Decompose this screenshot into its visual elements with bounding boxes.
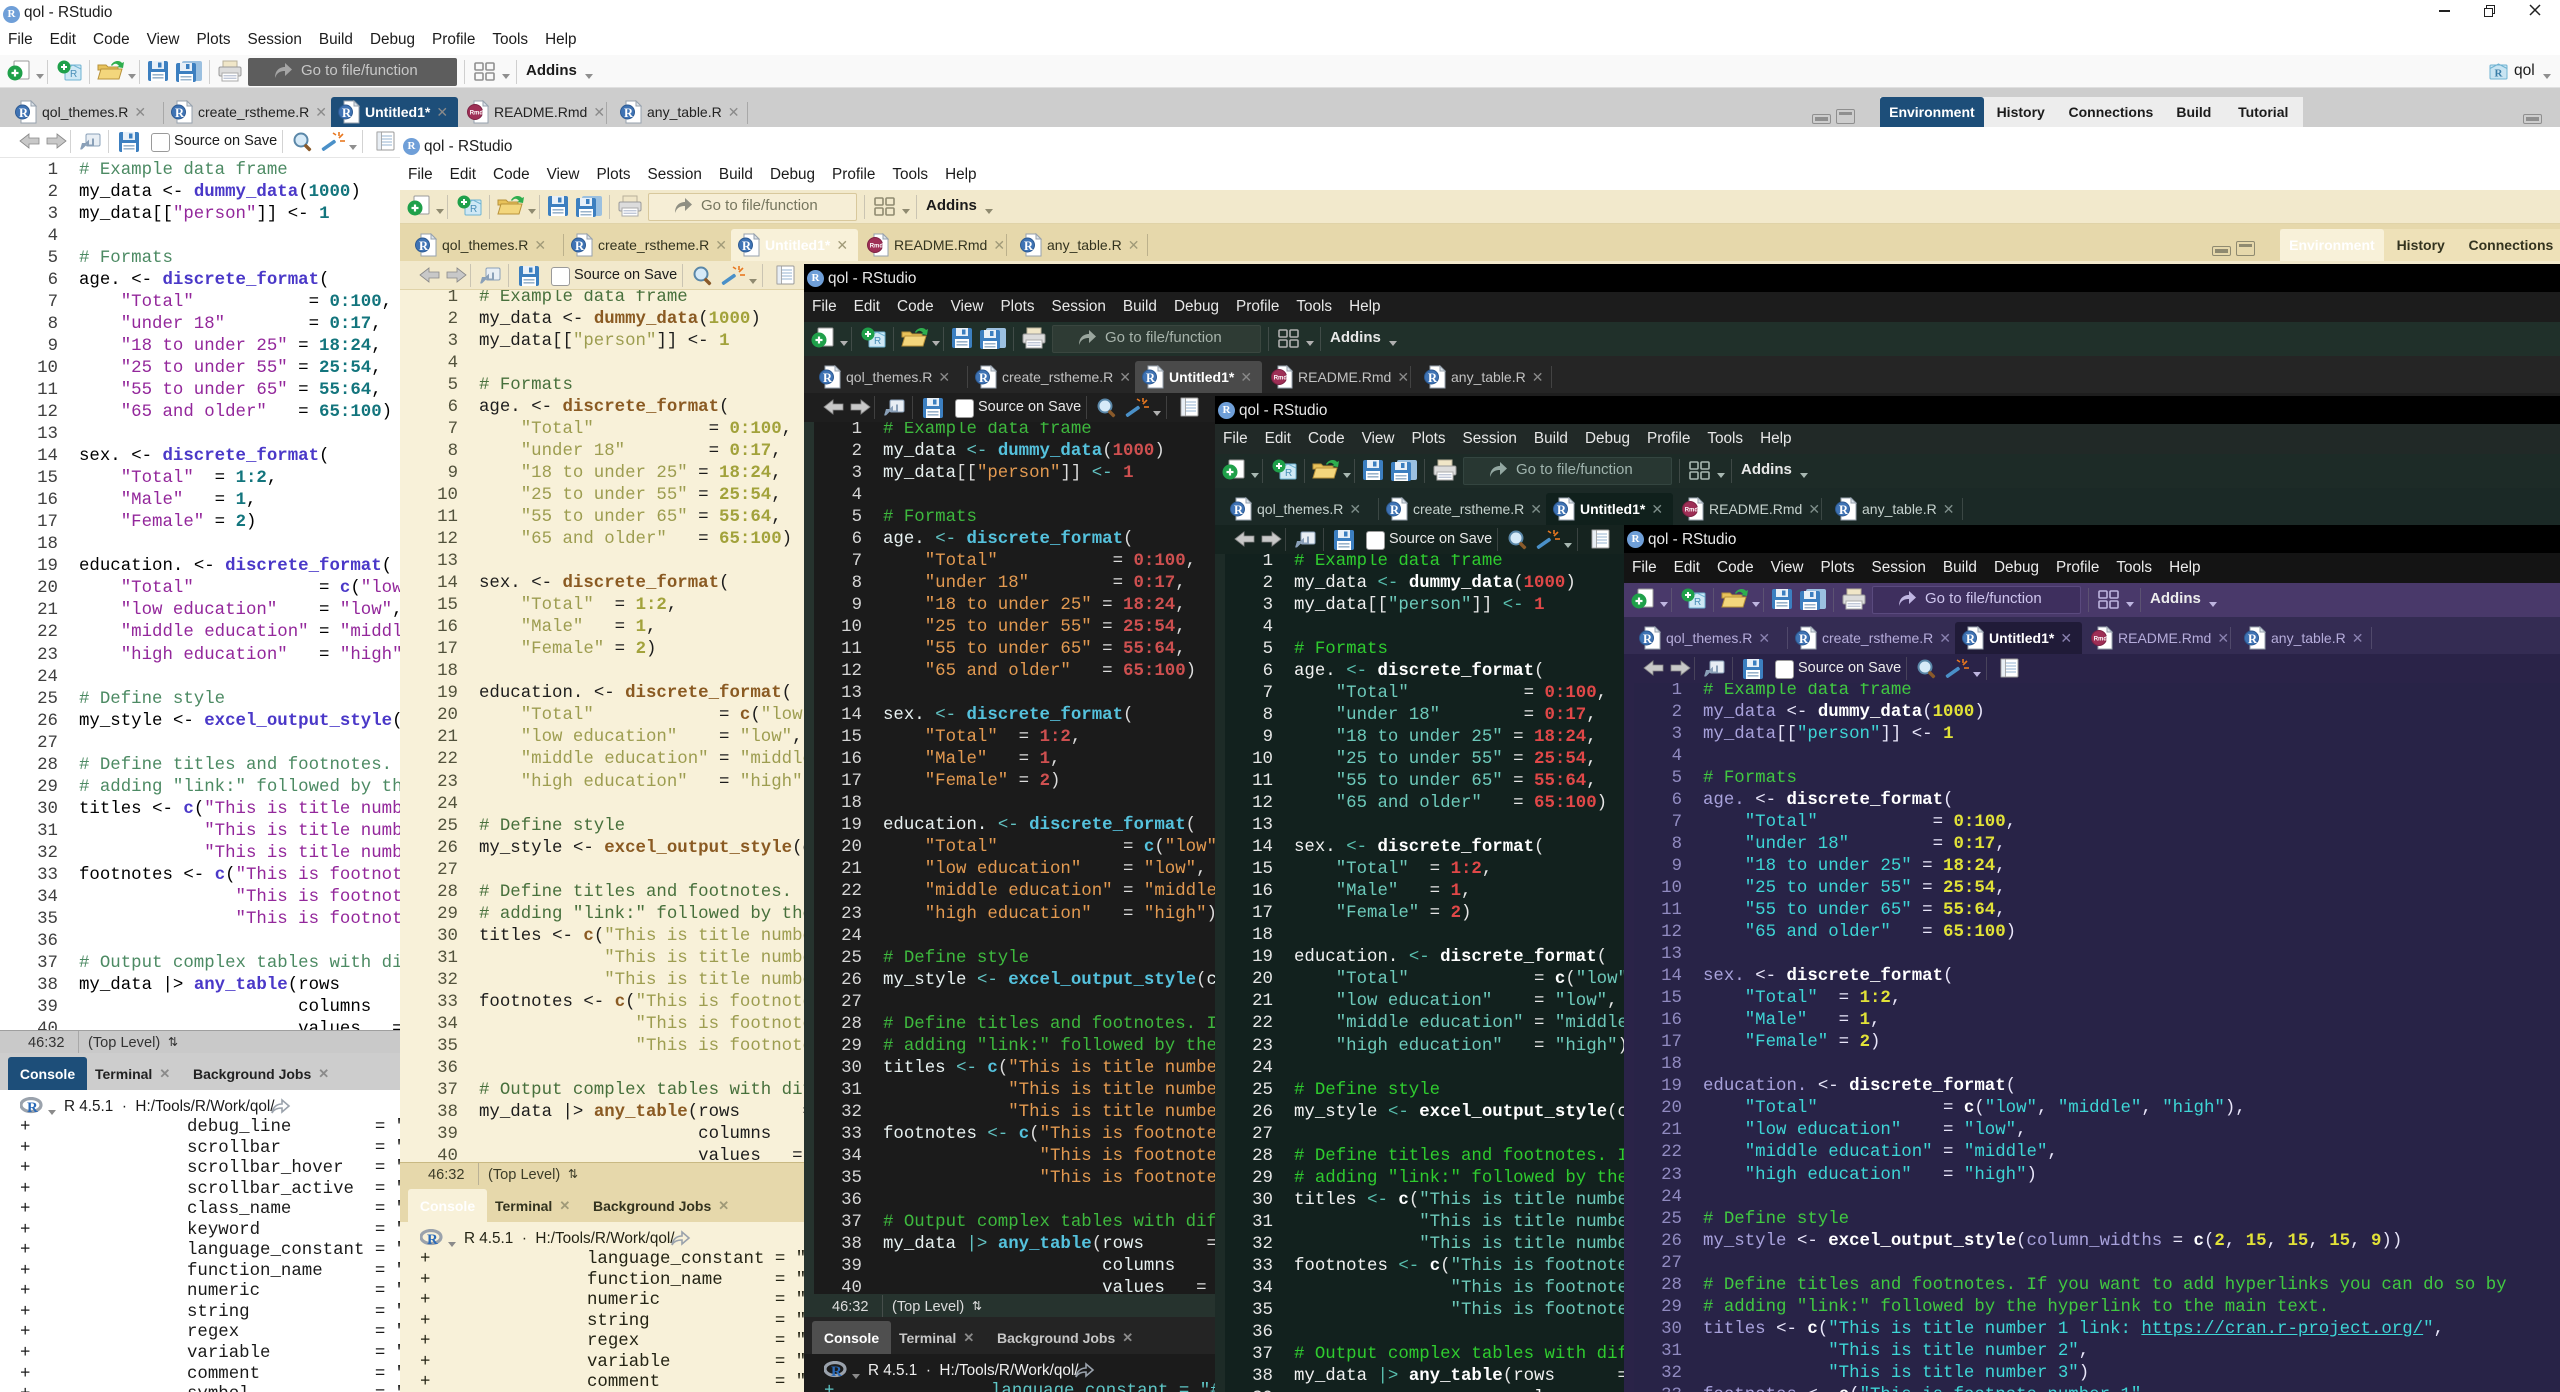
svg-text:Rmd: Rmd bbox=[1274, 376, 1288, 382]
svg-text:R: R bbox=[1390, 503, 1400, 517]
svg-text:R: R bbox=[742, 239, 752, 253]
svg-text:R: R bbox=[1428, 371, 1438, 385]
svg-text:R: R bbox=[624, 106, 634, 120]
svg-text:Rmd: Rmd bbox=[1685, 508, 1699, 514]
svg-text:R: R bbox=[19, 106, 29, 120]
svg-text:R: R bbox=[1694, 597, 1701, 608]
svg-text:R: R bbox=[1839, 503, 1849, 517]
svg-text:R: R bbox=[831, 1364, 842, 1379]
svg-text:R: R bbox=[427, 1232, 438, 1247]
svg-text:R: R bbox=[27, 1100, 38, 1115]
svg-text:R: R bbox=[1146, 371, 1156, 385]
svg-text:R: R bbox=[1557, 503, 1567, 517]
svg-text:Rmd: Rmd bbox=[470, 111, 484, 117]
svg-text:R: R bbox=[823, 371, 833, 385]
svg-text:R: R bbox=[1799, 632, 1809, 646]
svg-text:R: R bbox=[874, 336, 881, 347]
svg-text:R: R bbox=[2495, 68, 2504, 80]
svg-text:R: R bbox=[1234, 503, 1244, 517]
svg-text:R: R bbox=[470, 204, 477, 215]
svg-text:Rmd: Rmd bbox=[870, 244, 884, 250]
svg-text:R: R bbox=[175, 106, 185, 120]
svg-text:R: R bbox=[70, 69, 77, 80]
svg-text:R: R bbox=[342, 106, 352, 120]
svg-text:R: R bbox=[1024, 239, 1034, 253]
svg-text:R: R bbox=[1966, 632, 1976, 646]
svg-text:R: R bbox=[2248, 632, 2258, 646]
svg-text:Rmd: Rmd bbox=[2094, 637, 2108, 643]
svg-text:R: R bbox=[979, 371, 989, 385]
svg-text:R: R bbox=[419, 239, 429, 253]
svg-text:R: R bbox=[1643, 632, 1653, 646]
svg-text:R: R bbox=[1285, 468, 1292, 479]
svg-text:R: R bbox=[575, 239, 585, 253]
